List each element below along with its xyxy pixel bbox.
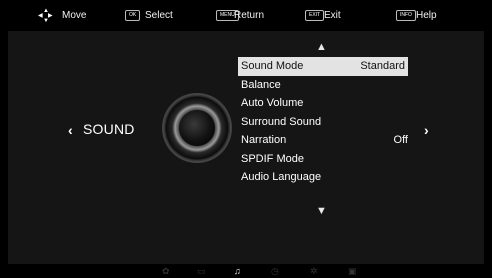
scroll-up-icon[interactable]: ▲ (316, 42, 327, 53)
menu-item-label: Narration (241, 134, 287, 146)
exit-key-icon: EXIT (305, 10, 325, 21)
menu-item-value: Off (393, 134, 408, 146)
select-label: Select (145, 10, 173, 21)
dpad-icon: ▲ ◀ ▶ ▼ (38, 8, 53, 24)
menu-item[interactable]: SPDIF Mode (238, 150, 408, 169)
menu-item-label: Surround Sound (241, 115, 322, 128)
menu-item-label: Audio Language (241, 171, 322, 183)
speaker-icon (164, 95, 230, 161)
help-hint: INFO Help (396, 9, 446, 23)
settings-icon[interactable]: ✲ (310, 266, 318, 276)
category-bar (0, 264, 492, 278)
menu-item-label: Auto Volume (241, 97, 304, 109)
scroll-down-icon[interactable]: ▼ (316, 206, 327, 217)
menu-item[interactable]: Balance (238, 76, 408, 95)
move-label: Move (62, 10, 87, 21)
info-key-icon: INFO (396, 10, 416, 21)
menu-item-label: Sound Mode (241, 60, 304, 72)
picture-icon[interactable]: ✿ (162, 266, 170, 276)
return-label: Return (234, 10, 265, 21)
screen-icon[interactable]: ▭ (197, 266, 206, 276)
menu-item-label: SPDIF Mode (241, 152, 304, 165)
exit-label: Exit (324, 10, 341, 21)
time-icon[interactable]: ◷ (271, 266, 279, 276)
menu-item[interactable]: Narration Off (238, 131, 408, 150)
exit-hint: EXIT Exit (305, 9, 355, 23)
sound-icon[interactable]: ♫ (234, 266, 241, 276)
tv-sound-menu-screen: ▲ ◀ ▶ ▼ Move OK Select MENU Return EXIT … (0, 0, 492, 278)
move-hint: ▲ ◀ ▶ ▼ Move (38, 8, 88, 24)
section-title: SOUND (83, 121, 135, 137)
menu-item-label: Balance (241, 78, 281, 91)
lock-icon[interactable]: ▣ (348, 266, 357, 276)
ok-key-icon: OK (125, 10, 141, 21)
menu-item[interactable]: Sound Mode Standard (238, 57, 408, 76)
next-section-icon[interactable]: › (424, 122, 429, 138)
select-hint: OK Select (125, 9, 185, 23)
help-label: Help (416, 10, 437, 21)
sound-menu-list: Sound Mode Standard Balance Auto Volume Surr… (238, 57, 408, 187)
return-hint: MENU Return (216, 9, 280, 23)
menu-item[interactable]: Auto Volume (238, 94, 408, 113)
menu-item[interactable]: Surround Sound (238, 113, 408, 132)
menu-item-value: Standard (360, 60, 405, 72)
menu-item[interactable]: Audio Language (238, 168, 408, 187)
hint-bar: ▲ ◀ ▶ ▼ Move OK Select MENU Return EXIT … (0, 0, 492, 31)
previous-section-icon[interactable]: ‹ (68, 122, 73, 138)
